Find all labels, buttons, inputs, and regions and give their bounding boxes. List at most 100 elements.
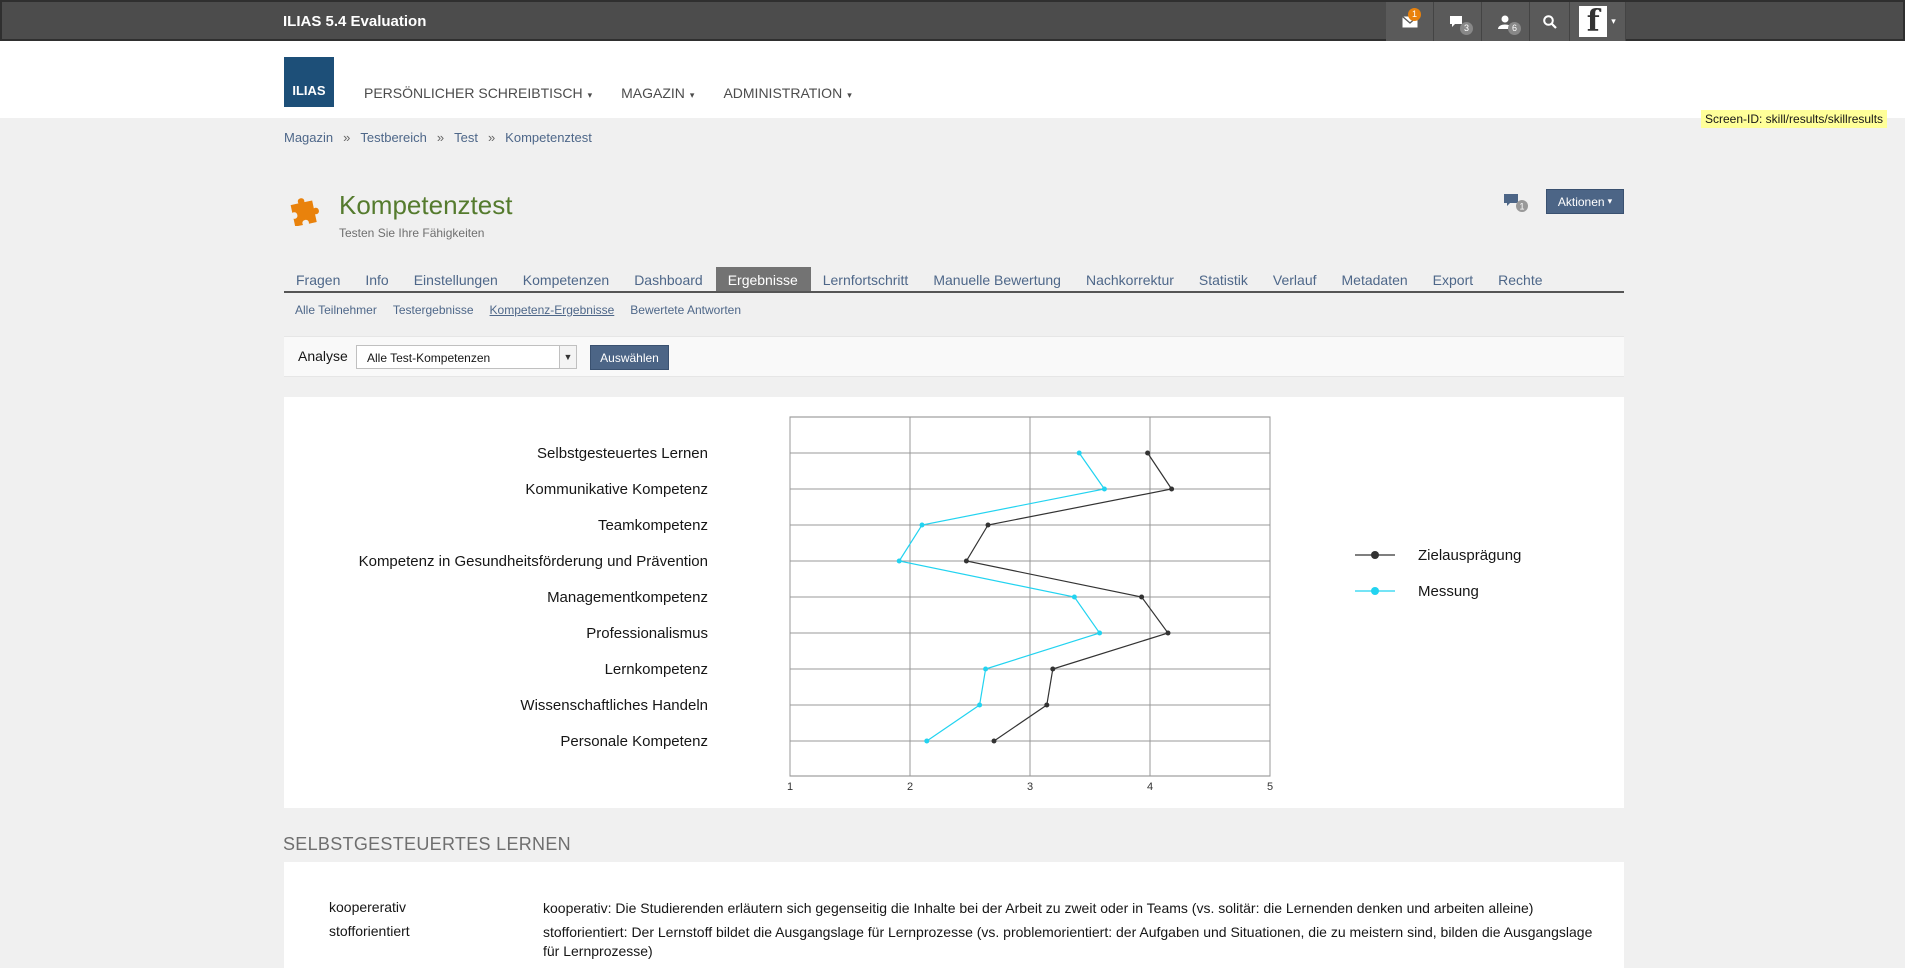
x-tick-label: 1 [787,781,793,793]
mail-badge: 1 [1408,8,1421,21]
breadcrumb: Magazin » Testbereich » Test » Kompetenz… [284,130,592,145]
section-title: SELBSTGESTEUERTES LERNEN [283,834,571,854]
competence-chart: 1 2 3 4 5 Selbstgesteuertes Lernen Kommunikati… [359,416,1521,793]
tab-dashboard[interactable]: Dashboard [622,267,716,291]
tab-kompetenzen[interactable]: Kompetenzen [511,267,622,291]
data-point [1101,486,1107,492]
comment-count: 1 [1519,202,1524,212]
subtab-bar: Alle Teilnehmer Testergebnisse Kompetenz… [295,303,741,317]
analysis-toolbar: Analyse Alle Test-Kompetenzen ▼ Auswähle… [284,336,1624,377]
analysis-select[interactable]: Alle Test-Kompetenzen ▼ [356,345,577,369]
ilias-logo[interactable]: ILIAS [284,57,334,107]
chevron-down-icon: ▾ [847,90,852,100]
skill-detail-panel: koopererativ kooperativ: Die Studierende… [284,862,1624,968]
analysis-label: Analyse [298,348,348,364]
tab-nachkorrektur[interactable]: Nachkorrektur [1074,267,1187,291]
menu-personal-desktop[interactable]: PERSÖNLICHER SCHREIBTISCH ▾ [364,85,592,101]
contacts-badge: 6 [1508,22,1521,35]
avatar: f [1579,6,1608,37]
breadcrumb-item[interactable]: Testbereich [360,130,426,145]
tab-export[interactable]: Export [1421,267,1486,291]
actions-label: Aktionen [1557,194,1605,209]
tab-metadaten[interactable]: Metadaten [1330,267,1421,291]
header: ILIAS PERSÖNLICHER SCHREIBTISCH ▾ MAGAZIN… [0,41,1905,118]
y-category-label: Kompetenz in Gesundheitsförderung und Pr… [359,553,708,570]
breadcrumb-separator: » [487,130,496,145]
y-category-label: Professionalismus [586,625,708,642]
y-category-label: Selbstgesteuertes Lernen [537,445,708,462]
y-category-label: Wissenschaftliches Handeln [520,697,708,714]
chevron-down-icon: ▾ [1611,16,1616,26]
tab-manuelle-bewertung[interactable]: Manuelle Bewertung [921,267,1074,291]
tab-statistik[interactable]: Statistik [1187,267,1261,291]
chevron-down-icon: ▾ [689,90,695,100]
x-tick-label: 4 [1147,781,1153,793]
subtab-kompetenz-ergebnisse[interactable]: Kompetenz-Ergebnisse [490,303,615,317]
y-category-label: Lernkompetenz [605,661,708,678]
data-point [983,666,989,672]
tab-einstellungen[interactable]: Einstellungen [402,267,511,291]
chevron-down-icon: ▾ [1607,196,1613,206]
menu-repository[interactable]: MAGAZIN ▾ [621,85,694,101]
data-point [1145,450,1151,456]
installation-title: ILIAS 5.4 Evaluation [283,13,427,30]
top-bar: ILIAS 5.4 Evaluation 1 3 6 f ▾ [0,0,1905,41]
tab-info[interactable]: Info [353,267,401,291]
data-point [1076,450,1082,456]
subtab-bewertete-antworten[interactable]: Bewertete Antworten [630,303,741,317]
search-button[interactable] [1530,2,1570,41]
data-point [1097,630,1103,636]
tab-bar: Fragen Info Einstellungen Kompetenzen Da… [284,267,1624,293]
chevron-down-icon: ▾ [587,90,593,100]
y-category-label: Teamkompetenz [598,517,708,534]
data-point [985,522,991,528]
comment-icon: 1 [1504,194,1528,212]
mail-button[interactable]: 1 [1386,2,1434,41]
user-menu-button[interactable]: f ▾ [1570,2,1626,41]
actions-button[interactable]: Aktionen ▾ [1546,189,1624,214]
data-point [896,558,902,564]
menu-label: MAGAZIN [621,85,685,101]
menu-administration[interactable]: ADMINISTRATION ▾ [723,85,851,101]
page-description: Testen Sie Ihre Fähigkeiten [339,226,485,240]
contacts-button[interactable]: 6 [1482,2,1530,41]
breadcrumb-item[interactable]: Magazin [284,130,333,145]
y-category-label: Personale Kompetenz [560,733,708,750]
legend-marker [1371,587,1379,595]
level-description: kooperativ: Die Studierenden erläutern s… [543,900,1534,916]
data-point [963,558,969,564]
subtab-testergebnisse[interactable]: Testergebnisse [393,303,474,317]
legend-label: Messung [1418,583,1479,600]
screen-id: Screen-ID: skill/results/skillresults [1701,110,1888,128]
top-tools: 1 3 6 f ▾ [1386,2,1626,43]
tab-lernfortschritt[interactable]: Lernfortschritt [811,267,922,291]
tab-fragen[interactable]: Fragen [284,267,353,291]
x-tick-label: 2 [907,781,913,793]
menu-label: PERSÖNLICHER SCHREIBTISCH [364,85,583,101]
y-category-label: Managementkompetenz [547,589,708,606]
chat-button[interactable]: 3 [1434,2,1482,41]
x-tick-label: 5 [1267,781,1273,793]
breadcrumb-item[interactable]: Test [454,130,478,145]
comments-button[interactable]: 1 [1502,192,1530,219]
breadcrumb-item[interactable]: Kompetenztest [505,130,592,145]
tab-verlauf[interactable]: Verlauf [1261,267,1330,291]
subtab-alle-teilnehmer[interactable]: Alle Teilnehmer [295,303,377,317]
analysis-select-value: Alle Test-Kompetenzen [367,351,491,365]
legend-label: Zielausprägung [1418,547,1521,564]
level-term: stofforientiert [329,923,410,939]
legend-marker [1371,551,1379,559]
data-point [1071,594,1077,600]
x-tick-label: 3 [1027,781,1033,793]
chevron-down-icon: ▼ [559,346,576,368]
data-point [1044,702,1050,708]
data-point [1165,630,1171,636]
tab-rechte[interactable]: Rechte [1486,267,1555,291]
data-point [1050,666,1056,672]
data-point [1139,594,1145,600]
tab-ergebnisse[interactable]: Ergebnisse [715,267,811,291]
data-point [1169,486,1175,492]
y-category-label: Kommunikative Kompetenz [525,481,708,498]
level-description: stofforientiert: Der Lernstoff bildet di… [543,924,1593,959]
select-button[interactable]: Auswählen [590,345,669,370]
